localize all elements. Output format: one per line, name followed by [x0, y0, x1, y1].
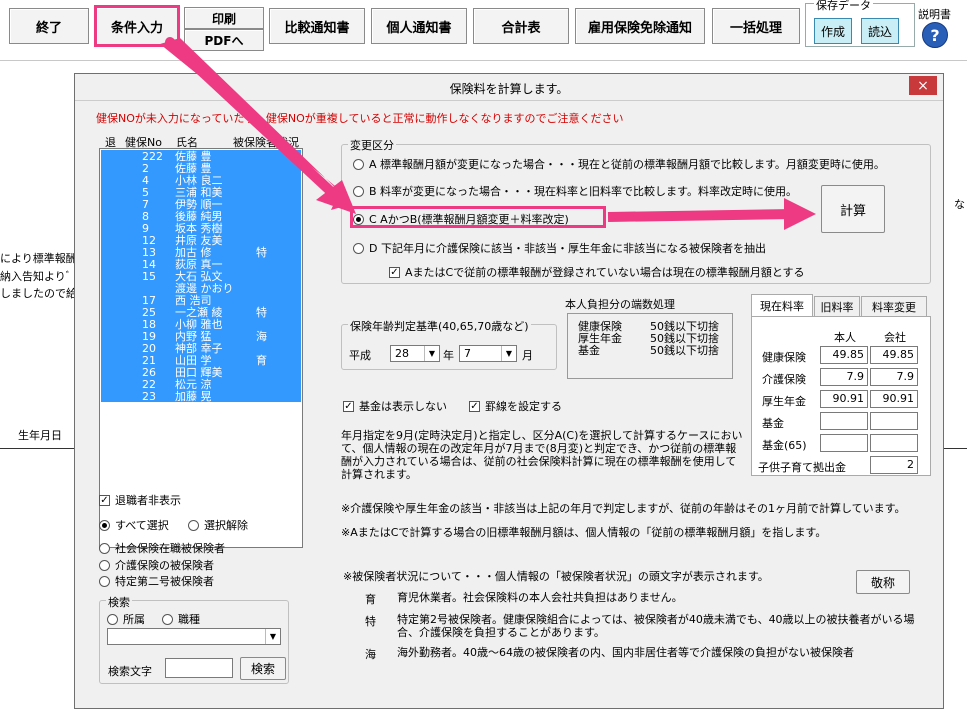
arrow-shaft-2 [607, 209, 795, 222]
arrow-shaft-1 [165, 37, 345, 205]
annotation-arrows [160, 37, 816, 230]
arrow-head-2 [784, 198, 816, 230]
